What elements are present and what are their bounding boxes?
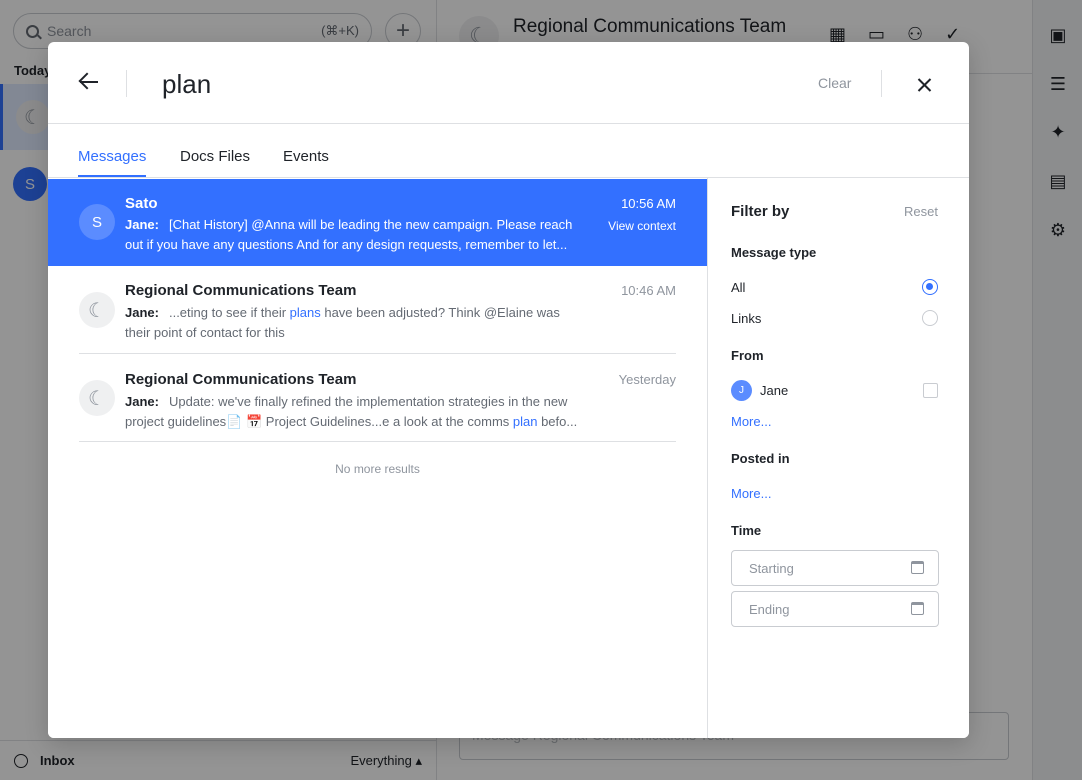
- search-query-input[interactable]: [162, 64, 722, 104]
- view-context-link[interactable]: View context: [608, 219, 676, 233]
- type-option-all-radio[interactable]: [922, 279, 938, 295]
- calendar-icon: [911, 561, 924, 574]
- from-more-link[interactable]: More...: [731, 414, 771, 429]
- divider: [126, 70, 127, 97]
- posted-in-more-link[interactable]: More...: [731, 486, 771, 501]
- type-option-links-radio[interactable]: [922, 310, 938, 326]
- result-sender: Jane:: [125, 394, 159, 409]
- divider: [881, 70, 882, 97]
- tab-events[interactable]: Events: [283, 148, 329, 175]
- from-person-name[interactable]: Jane: [760, 383, 788, 398]
- clear-button[interactable]: Clear: [818, 75, 851, 91]
- moon-icon: ☾: [79, 292, 115, 328]
- close-button[interactable]: [914, 74, 936, 96]
- starting-date-field[interactable]: Starting: [731, 550, 939, 586]
- type-option-all-label[interactable]: All: [731, 280, 745, 295]
- type-option-links-label[interactable]: Links: [731, 311, 761, 326]
- search-result[interactable]: S Sato 10:56 AM View context Jane: [Chat …: [48, 179, 707, 266]
- posted-in-heading: Posted in: [731, 451, 790, 466]
- avatar: S: [79, 204, 115, 240]
- result-time: 10:46 AM: [621, 283, 676, 298]
- no-more-results: No more results: [335, 462, 420, 476]
- search-header: Clear: [48, 42, 969, 124]
- from-heading: From: [731, 348, 764, 363]
- ending-placeholder: Ending: [749, 602, 790, 617]
- back-button[interactable]: [78, 70, 102, 94]
- calendar-icon: [911, 602, 924, 615]
- result-snippet: Jane: [Chat History] @Anna will be leadin…: [125, 217, 573, 252]
- search-result[interactable]: ☾ Regional Communications Team Yesterday…: [48, 354, 707, 441]
- moon-icon: ☾: [79, 380, 115, 416]
- results-list: S Sato 10:56 AM View context Jane: [Chat …: [48, 178, 707, 738]
- search-result[interactable]: ☾ Regional Communications Team 10:46 AM …: [48, 266, 707, 354]
- result-time: Yesterday: [618, 372, 676, 387]
- search-highlight: plans: [289, 305, 321, 320]
- time-heading: Time: [731, 523, 762, 538]
- divider: [79, 441, 676, 442]
- search-tabs: Messages Docs Files Events: [48, 124, 969, 178]
- message-type-heading: Message type: [731, 245, 817, 260]
- filter-title: Filter by: [731, 203, 790, 220]
- filter-panel: Filter by Reset Message type All Links F…: [707, 178, 969, 738]
- search-modal: Clear Messages Docs Files Events S Sato …: [48, 42, 969, 738]
- starting-placeholder: Starting: [749, 561, 794, 576]
- avatar: J: [731, 380, 752, 401]
- result-chat-name: Regional Communications Team: [125, 282, 357, 299]
- result-sender: Jane:: [125, 305, 159, 320]
- tab-messages[interactable]: Messages: [78, 148, 147, 177]
- tab-docs-files[interactable]: Docs Files: [180, 148, 250, 175]
- reset-button[interactable]: Reset: [904, 204, 938, 219]
- ending-date-field[interactable]: Ending: [731, 591, 939, 627]
- from-person-checkbox[interactable]: [923, 383, 938, 398]
- result-time: 10:56 AM: [621, 196, 676, 211]
- result-snippet: Jane: Update: we've finally refined the i…: [125, 394, 578, 429]
- search-highlight: plan: [512, 414, 538, 429]
- result-chat-name: Regional Communications Team: [125, 371, 357, 388]
- result-chat-name: Sato: [125, 195, 158, 212]
- result-snippet: Jane: ...eting to see if their plans have…: [125, 305, 560, 340]
- result-sender: Jane:: [125, 217, 159, 232]
